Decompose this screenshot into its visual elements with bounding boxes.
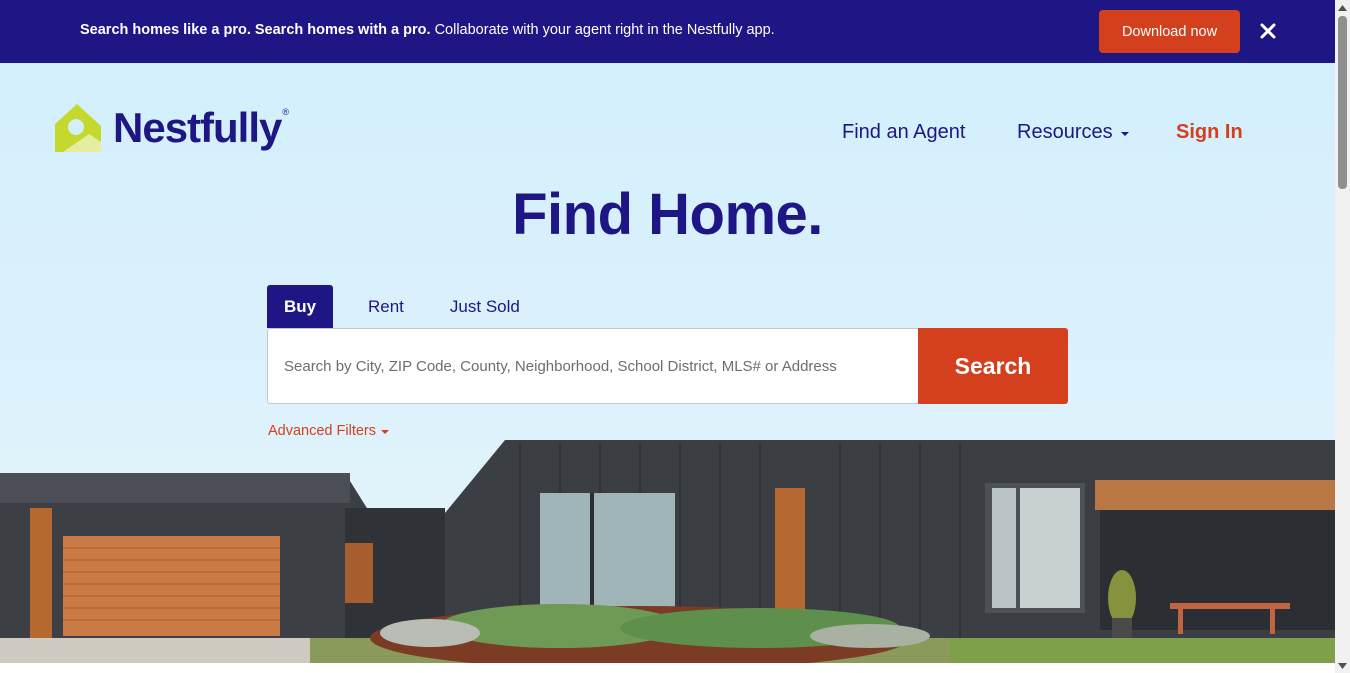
search-button[interactable]: Search (918, 328, 1068, 404)
hero-section: Nestfully ® Find an Agent Resources Sign… (0, 63, 1335, 663)
nav-resources-label: Resources (1017, 121, 1113, 143)
advanced-filters-label: Advanced Filters (268, 423, 376, 439)
promo-banner: Search homes like a pro. Search homes wi… (0, 0, 1335, 63)
close-icon[interactable] (1256, 19, 1280, 43)
banner-message: Search homes like a pro. Search homes wi… (80, 22, 775, 38)
banner-bold-text: Search homes like a pro. Search homes wi… (80, 22, 431, 38)
sign-in-link[interactable]: Sign In (1176, 121, 1243, 144)
nav-find-agent[interactable]: Find an Agent (842, 121, 965, 144)
chevron-down-icon (381, 430, 389, 434)
search-tabs: Buy Rent Just Sold (267, 285, 537, 328)
chevron-down-icon (1120, 131, 1129, 136)
scroll-up-arrow-icon[interactable] (1335, 0, 1350, 15)
hero-title: Find Home. (512, 182, 823, 247)
banner-body-text: Collaborate with your agent right in the… (430, 22, 775, 38)
house-tag-icon (55, 104, 101, 152)
tab-buy[interactable]: Buy (267, 285, 333, 328)
house-photo (0, 440, 1335, 663)
advanced-filters-link[interactable]: Advanced Filters (268, 423, 389, 439)
search-input[interactable] (267, 328, 918, 404)
brand-name: Nestfully (113, 104, 282, 151)
tab-just-sold[interactable]: Just Sold (433, 285, 537, 328)
vertical-scrollbar[interactable] (1335, 0, 1350, 673)
nav-resources[interactable]: Resources (1017, 121, 1129, 144)
page-bottom (0, 663, 1335, 673)
tab-rent[interactable]: Rent (351, 285, 421, 328)
download-now-button[interactable]: Download now (1099, 10, 1240, 53)
scrollbar-thumb[interactable] (1338, 16, 1347, 189)
scroll-down-arrow-icon[interactable] (1335, 658, 1350, 673)
search-bar: Search (267, 328, 1068, 404)
nestfully-logo[interactable]: Nestfully ® (53, 102, 289, 154)
registered-mark: ® (282, 107, 290, 117)
